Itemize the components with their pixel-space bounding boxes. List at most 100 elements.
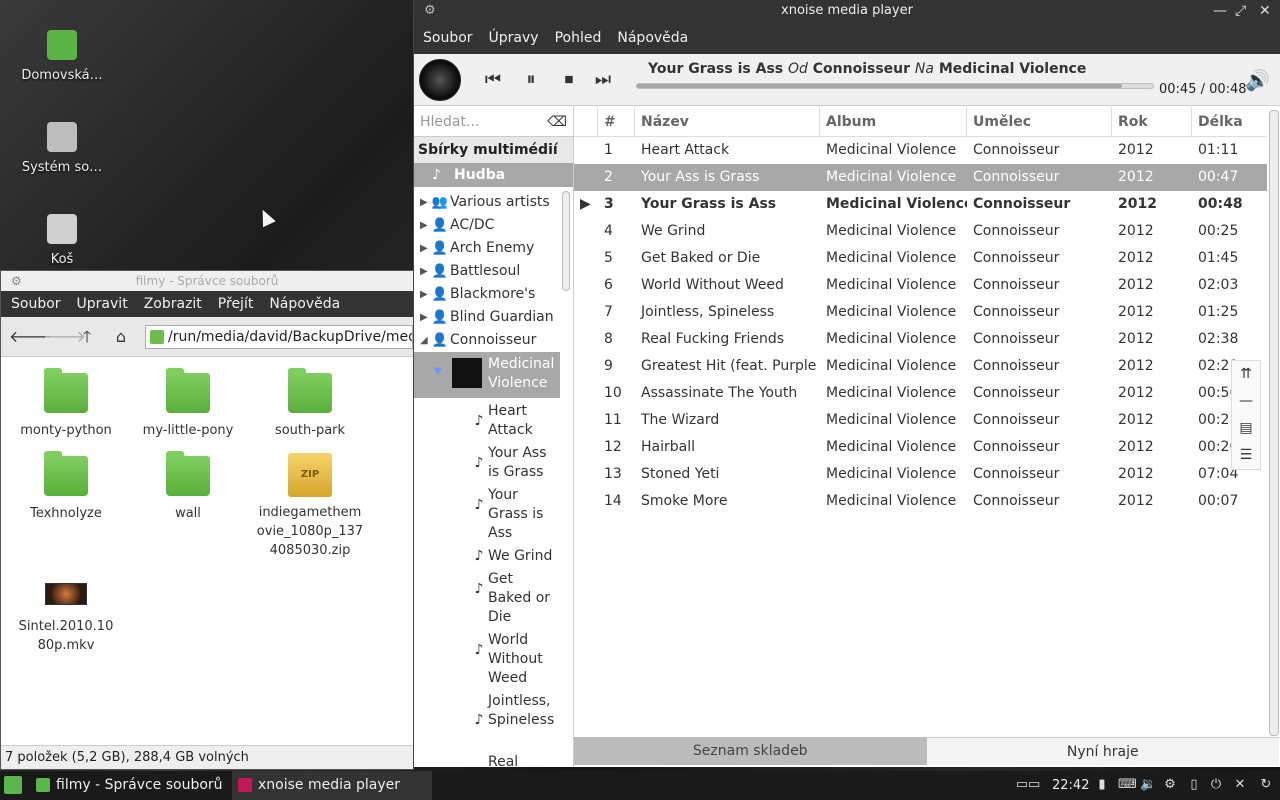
volume-icon[interactable]: 🔉 <box>1140 777 1156 793</box>
collapsed-arrow-icon[interactable]: ▶ <box>414 306 430 329</box>
tracklist-scrollbar[interactable] <box>1269 110 1279 736</box>
table-row[interactable]: 7 Jointless, Spineless Medicinal Violence C… <box>574 299 1267 326</box>
menu-file[interactable]: Soubor <box>11 296 61 312</box>
tree-track[interactable]: ♪ Jointless, Spineless <box>414 692 560 749</box>
expanded-arrow-icon[interactable]: ▼ <box>414 352 442 392</box>
col-length[interactable]: Délka <box>1192 107 1267 136</box>
tree-scrollbar[interactable] <box>562 191 570 291</box>
close-icon[interactable]: ✕ <box>1232 777 1248 793</box>
menu-go[interactable]: Přejít <box>218 296 254 312</box>
tree-track[interactable]: ♪ Get Baked or Die <box>414 570 560 627</box>
gear-icon[interactable]: ⚙ <box>424 0 436 22</box>
tree-artist[interactable]: ▶ 👤 Blind Guardian <box>414 306 560 329</box>
tab-now-playing[interactable]: Nyní hraje <box>926 737 1279 765</box>
clear-icon[interactable]: ⌫ <box>547 114 567 130</box>
col-artist[interactable]: Umělec <box>967 107 1112 136</box>
tree-artist[interactable]: ▶ 👤 AC/DC <box>414 214 560 237</box>
menu-view[interactable]: Pohled <box>555 30 602 46</box>
task-xnoise[interactable]: xnoise media player <box>232 771 432 800</box>
remove-icon[interactable]: — <box>1232 388 1260 415</box>
search-input[interactable]: Hledat... ⌫ <box>414 107 573 137</box>
workspace-switcher-icon[interactable]: ▭▭ <box>1010 777 1046 793</box>
menu-edit[interactable]: Úpravy <box>489 30 539 46</box>
tree-artist[interactable]: ▶ 👤 Blackmore's <box>414 283 560 306</box>
tree-album[interactable]: ▼ Medicinal Violence <box>414 352 560 398</box>
power-icon[interactable]: ⏻ <box>1208 777 1224 793</box>
battery-icon[interactable]: ▯ <box>1186 777 1202 793</box>
tree-track[interactable]: ♪ Your Grass is Ass <box>414 486 560 543</box>
table-row[interactable]: 11 The Wizard Medicinal Violence Connoisseu… <box>574 407 1267 434</box>
lyrics-icon[interactable]: ☰ <box>1232 442 1260 469</box>
gear-icon[interactable]: ⚙ <box>11 271 22 291</box>
home-icon[interactable]: ⌂ <box>111 327 131 347</box>
menu-launcher-icon[interactable] <box>4 776 22 794</box>
table-row[interactable]: 1 Heart Attack Medicinal Violence Connoisse… <box>574 137 1267 164</box>
keyboard-icon[interactable]: ⌨ <box>1118 777 1137 793</box>
tree-track[interactable]: ♪ Your Ass is Grass <box>414 444 560 482</box>
table-row[interactable]: 6 World Without Weed Medicinal Violence Con… <box>574 272 1267 299</box>
collapsed-arrow-icon[interactable]: ▶ <box>414 214 430 237</box>
table-row[interactable]: 2 Your Ass is Grass Medicinal Violence Conn… <box>574 164 1267 191</box>
table-row[interactable]: 10 Assassinate The Youth Medicinal Violenc… <box>574 380 1267 407</box>
table-row[interactable]: 13 Stoned Yeti Medicinal Violence Connoisse… <box>574 461 1267 488</box>
desktop-icon-filesystem[interactable]: Systém so… <box>12 122 112 175</box>
tab-playlist[interactable]: Seznam skladeb <box>574 737 927 765</box>
table-row[interactable]: 12 Hairball Medicinal Violence Connoisseur 2… <box>574 434 1267 461</box>
menu-file[interactable]: Soubor <box>423 30 473 46</box>
table-row[interactable]: 14 Smoke More Medicinal Violence Connoisseu… <box>574 488 1267 515</box>
progress-bar[interactable] <box>636 83 1154 89</box>
back-arrow-icon[interactable]: 🡐 <box>9 327 52 347</box>
stop-icon[interactable]: ⏹ <box>557 68 581 92</box>
task-file-manager[interactable]: filmy - Správce souborů <box>30 771 230 800</box>
menu-edit[interactable]: Upravit <box>77 296 128 312</box>
tree-artist[interactable]: ▶ 👤 Arch Enemy <box>414 237 560 260</box>
table-row[interactable]: ▶ 3 Your Grass is Ass Medicinal Violence Con… <box>574 191 1267 218</box>
table-row[interactable]: 9 Greatest Hit (feat. Purple … Medicinal V… <box>574 353 1267 380</box>
settings-icon[interactable]: ⚙ <box>1162 777 1178 793</box>
volume-icon[interactable]: 🔊 <box>1245 68 1270 92</box>
up-arrow-icon[interactable]: 🡑 <box>77 327 97 347</box>
close-icon[interactable]: ✕ <box>1259 0 1271 22</box>
window-titlebar[interactable]: ⚙ filmy - Správce souborů <box>1 271 413 291</box>
collapsed-arrow-icon[interactable]: ▶ <box>414 237 430 260</box>
menu-help[interactable]: Nápověda <box>269 296 340 312</box>
music-collection[interactable]: ♪ Hudba <box>414 163 573 187</box>
pause-icon[interactable]: ⏸ <box>519 68 543 92</box>
previous-icon[interactable]: ⏮ <box>481 68 505 92</box>
file-item[interactable]: ZIP indiegamethemovie_1080p_1374085030.z… <box>251 453 369 560</box>
next-icon[interactable]: ⏭ <box>591 68 615 92</box>
refresh-icon[interactable]: ↻ <box>1258 777 1274 793</box>
tree-artist[interactable]: ▶ 👤 Battlesoul <box>414 260 560 283</box>
desktop-icon-trash[interactable]: Koš <box>12 214 112 267</box>
scroll-top-icon[interactable]: ⇈ <box>1232 361 1260 388</box>
col-album[interactable]: Album <box>820 107 967 136</box>
col-title[interactable]: Název <box>635 107 820 136</box>
expanded-arrow-icon[interactable]: ◢ <box>414 329 430 352</box>
minimize-icon[interactable]: — <box>1213 0 1227 22</box>
tree-track[interactable]: ♪ World Without Weed <box>414 631 560 688</box>
tree-artist[interactable]: ▶ 👥 Various artists <box>414 191 560 214</box>
file-item[interactable]: south-park <box>251 368 369 440</box>
file-item[interactable]: monty-python <box>7 368 125 440</box>
collapsed-arrow-icon[interactable]: ▶ <box>414 260 430 283</box>
menu-view[interactable]: Zobrazit <box>144 296 202 312</box>
table-row[interactable]: 4 We Grind Medicinal Violence Connoisseur 20… <box>574 218 1267 245</box>
col-number[interactable]: # <box>598 107 635 136</box>
tree-track[interactable]: ♪Real Fucking Friends <box>414 753 560 767</box>
forward-arrow-icon[interactable]: 🡒 <box>43 327 86 347</box>
file-item[interactable]: wall <box>129 451 247 523</box>
playlist-icon[interactable]: ▤ <box>1232 415 1260 442</box>
album-cover-icon[interactable] <box>419 59 461 101</box>
col-year[interactable]: Rok <box>1112 107 1192 136</box>
file-item[interactable]: my-little-pony <box>129 368 247 440</box>
tree-track[interactable]: ♪ Heart Attack <box>414 402 560 440</box>
file-item[interactable]: Texhnolyze <box>7 451 125 523</box>
tree-artist[interactable]: ◢ 👤 Connoisseur <box>414 329 560 352</box>
path-bar[interactable]: /run/media/david/BackupDrive/media/filmy <box>145 324 413 349</box>
desktop-icon-home[interactable]: Domovská… <box>12 30 112 83</box>
table-row[interactable]: 5 Get Baked or Die Medicinal Violence Conno… <box>574 245 1267 272</box>
file-item[interactable]: Sintel.2010.1080p.mkv <box>7 583 125 655</box>
menu-help[interactable]: Nápověda <box>617 30 688 46</box>
network-icon[interactable]: ▮ <box>1094 777 1110 793</box>
collapsed-arrow-icon[interactable]: ▶ <box>414 283 430 306</box>
